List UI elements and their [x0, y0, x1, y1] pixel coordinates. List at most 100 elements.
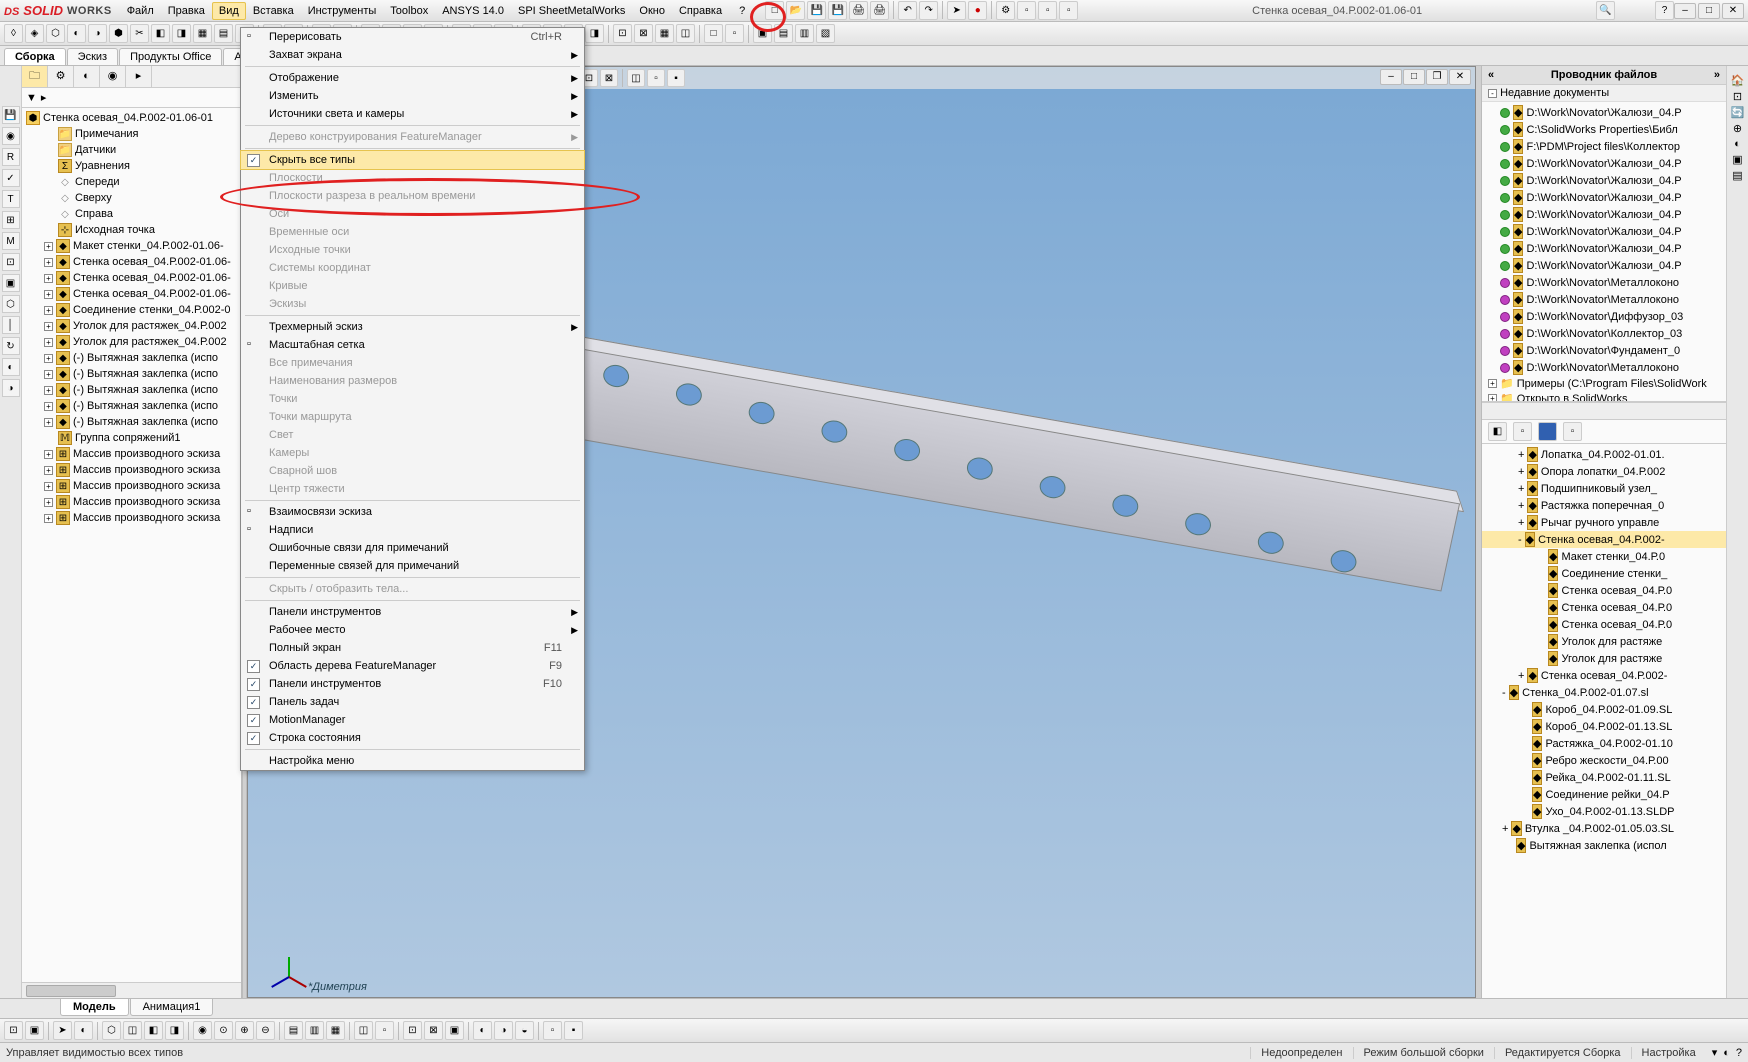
expand-icon[interactable]: +: [44, 338, 53, 347]
expand-icon[interactable]: +: [44, 258, 53, 267]
tree-item[interactable]: ΣУравнения: [22, 158, 241, 174]
tb-icon[interactable]: ▫: [1038, 1, 1057, 20]
expand-icon[interactable]: +: [1518, 517, 1524, 529]
help-icon[interactable]: ?: [739, 5, 745, 17]
toolbar-button[interactable]: ⬢: [109, 24, 128, 43]
asm-tree-item[interactable]: ◆Стенка осевая_04.Р.0: [1482, 582, 1726, 599]
toolbar-button[interactable]: ▣: [25, 1021, 44, 1040]
asm-tree-item[interactable]: +◆Опора лопатки_04.Р.002: [1482, 463, 1726, 480]
printprev-icon[interactable]: 🖨: [870, 1, 889, 20]
asm-tree-item[interactable]: ◆Ухо_04.Р.002-01.13.SLDP: [1482, 803, 1726, 820]
motion-tab[interactable]: Модель: [60, 999, 129, 1016]
toolbar-button[interactable]: ◑: [88, 24, 107, 43]
toolbar-button[interactable]: ◨: [165, 1021, 184, 1040]
tree-item[interactable]: ◇Справа: [22, 206, 241, 222]
status-icon[interactable]: ◐: [1723, 1047, 1730, 1059]
toolbar-button[interactable]: ◨: [172, 24, 191, 43]
menu-вид[interactable]: Вид: [212, 2, 246, 20]
tree-item[interactable]: +◆Стенка осевая_04.Р.002-01.06-: [22, 270, 241, 286]
asm-tree-item[interactable]: ◆Соединение стенки_: [1482, 565, 1726, 582]
toolbar-button[interactable]: ▣: [753, 24, 772, 43]
expand-icon[interactable]: +: [1518, 483, 1524, 495]
vert-button[interactable]: ▤: [1732, 169, 1742, 182]
tree-item[interactable]: +◆Стенка осевая_04.Р.002-01.06-: [22, 286, 241, 302]
vert-button[interactable]: T: [2, 190, 20, 208]
scrollbar[interactable]: [1482, 402, 1726, 420]
tree-item[interactable]: +◆Уголок для растяжек_04.Р.002: [22, 334, 241, 350]
toolbar-button[interactable]: ◫: [676, 24, 695, 43]
asm-tree-item[interactable]: ◆Ребро жескости_04.Р.00: [1482, 752, 1726, 769]
motion-tab[interactable]: Анимация1: [130, 999, 214, 1016]
vert-button[interactable]: M: [2, 232, 20, 250]
vert-button[interactable]: │: [2, 316, 20, 334]
menu-item[interactable]: Рабочее место▶: [241, 621, 584, 639]
expand-icon[interactable]: +: [1518, 449, 1524, 461]
toolbar-button[interactable]: ⊖: [256, 1021, 275, 1040]
expand-icon[interactable]: +: [44, 322, 53, 331]
asm-tree-item[interactable]: ◆Уголок для растяже: [1482, 650, 1726, 667]
toolbar-button[interactable]: ⊠: [634, 24, 653, 43]
expand-icon[interactable]: +: [44, 306, 53, 315]
recent-file-item[interactable]: ◆D:\Work\Novator\Жалюзи_04.Р: [1482, 223, 1726, 240]
toolbar-button[interactable]: ⊡: [4, 1021, 23, 1040]
expand-icon[interactable]: +: [44, 242, 53, 251]
menu-item[interactable]: Переменные связей для примечаний: [241, 557, 584, 575]
vp-min-icon[interactable]: –: [1380, 69, 1402, 85]
btn-icon[interactable]: ▫: [1513, 422, 1532, 441]
vert-button[interactable]: 🏠: [1731, 74, 1745, 87]
expand-icon[interactable]: +: [44, 514, 53, 523]
pm-tab-icon[interactable]: ⚙: [48, 66, 74, 87]
help2-icon[interactable]: ?: [1655, 1, 1674, 20]
asm-tree-item[interactable]: ◆Растяжка_04.Р.002-01.10: [1482, 735, 1726, 752]
toolbar-button[interactable]: ◧: [151, 24, 170, 43]
vp-toolbar-button[interactable]: ▪: [667, 69, 685, 87]
menu-item[interactable]: Трехмерный эскиз▶: [241, 318, 584, 336]
tree-item[interactable]: +⊞Массив производного эскиза: [22, 510, 241, 526]
dm-tab-icon[interactable]: ◉: [100, 66, 126, 87]
vp-toolbar-button[interactable]: ▫: [647, 69, 665, 87]
toolbar-button[interactable]: ⊡: [613, 24, 632, 43]
toolbar-button[interactable]: ➤: [53, 1021, 72, 1040]
toolbar-button[interactable]: ▤: [284, 1021, 303, 1040]
close-icon[interactable]: ✕: [1722, 3, 1744, 19]
menu-item[interactable]: ✓Панель задач: [241, 693, 584, 711]
recent-file-item[interactable]: ◆C:\SolidWorks Properties\Библ: [1482, 121, 1726, 138]
menu-item[interactable]: Изменить▶: [241, 87, 584, 105]
expand-icon[interactable]: +: [44, 482, 53, 491]
expand-icon[interactable]: -: [1502, 687, 1506, 699]
expand-icon[interactable]: +: [1518, 500, 1524, 512]
recent-file-item[interactable]: ◆D:\Work\Novator\Металлоконо: [1482, 274, 1726, 291]
save-icon[interactable]: 💾: [807, 1, 826, 20]
vert-button[interactable]: ⊕: [1733, 122, 1742, 135]
options-icon[interactable]: ⚙: [996, 1, 1015, 20]
vert-button[interactable]: 💾: [2, 106, 20, 124]
new-icon[interactable]: □: [765, 1, 784, 20]
expand-icon[interactable]: +: [1488, 379, 1497, 388]
toolbar-button[interactable]: ⊙: [214, 1021, 233, 1040]
minimize-icon[interactable]: –: [1674, 3, 1696, 19]
tab-2[interactable]: Продукты Office: [119, 48, 222, 65]
recent-file-item[interactable]: ◆D:\Work\Novator\Жалюзи_04.Р: [1482, 172, 1726, 189]
maximize-icon[interactable]: □: [1698, 3, 1720, 19]
tree-item[interactable]: ◇Спереди: [22, 174, 241, 190]
asm-tree-item[interactable]: +◆Рычаг ручного управле: [1482, 514, 1726, 531]
asm-tree-item[interactable]: -◆Стенка осевая_04.Р.002-: [1482, 531, 1726, 548]
expand-icon[interactable]: +: [44, 290, 53, 299]
vert-button[interactable]: ✓: [2, 169, 20, 187]
btn-icon[interactable]: ◧: [1488, 422, 1507, 441]
menu-item[interactable]: ✓Панели инструментовF10: [241, 675, 584, 693]
expand-icon[interactable]: +: [1488, 394, 1497, 402]
tree-item[interactable]: +◆(-) Вытяжная заклепка (испо: [22, 350, 241, 366]
menu-инструменты[interactable]: Инструменты: [301, 2, 384, 20]
status-icon[interactable]: ▾: [1712, 1046, 1718, 1059]
toolbar-button[interactable]: ✂: [130, 24, 149, 43]
recent-file-item[interactable]: ◆F:\PDM\Project files\Коллектор: [1482, 138, 1726, 155]
asm-tree-item[interactable]: +◆Лопатка_04.Р.002-01.01.: [1482, 446, 1726, 463]
saveall-icon[interactable]: 💾: [828, 1, 847, 20]
asm-tree-item[interactable]: ◆Короб_04.Р.002-01.09.SL: [1482, 701, 1726, 718]
menu-item[interactable]: Панели инструментов▶: [241, 603, 584, 621]
expand-icon[interactable]: +: [44, 402, 53, 411]
asm-tree-item[interactable]: +◆Стенка осевая_04.Р.002-: [1482, 667, 1726, 684]
tree-item[interactable]: +◆(-) Вытяжная заклепка (испо: [22, 414, 241, 430]
asm-tree-item[interactable]: +◆Растяжка поперечная_0: [1482, 497, 1726, 514]
